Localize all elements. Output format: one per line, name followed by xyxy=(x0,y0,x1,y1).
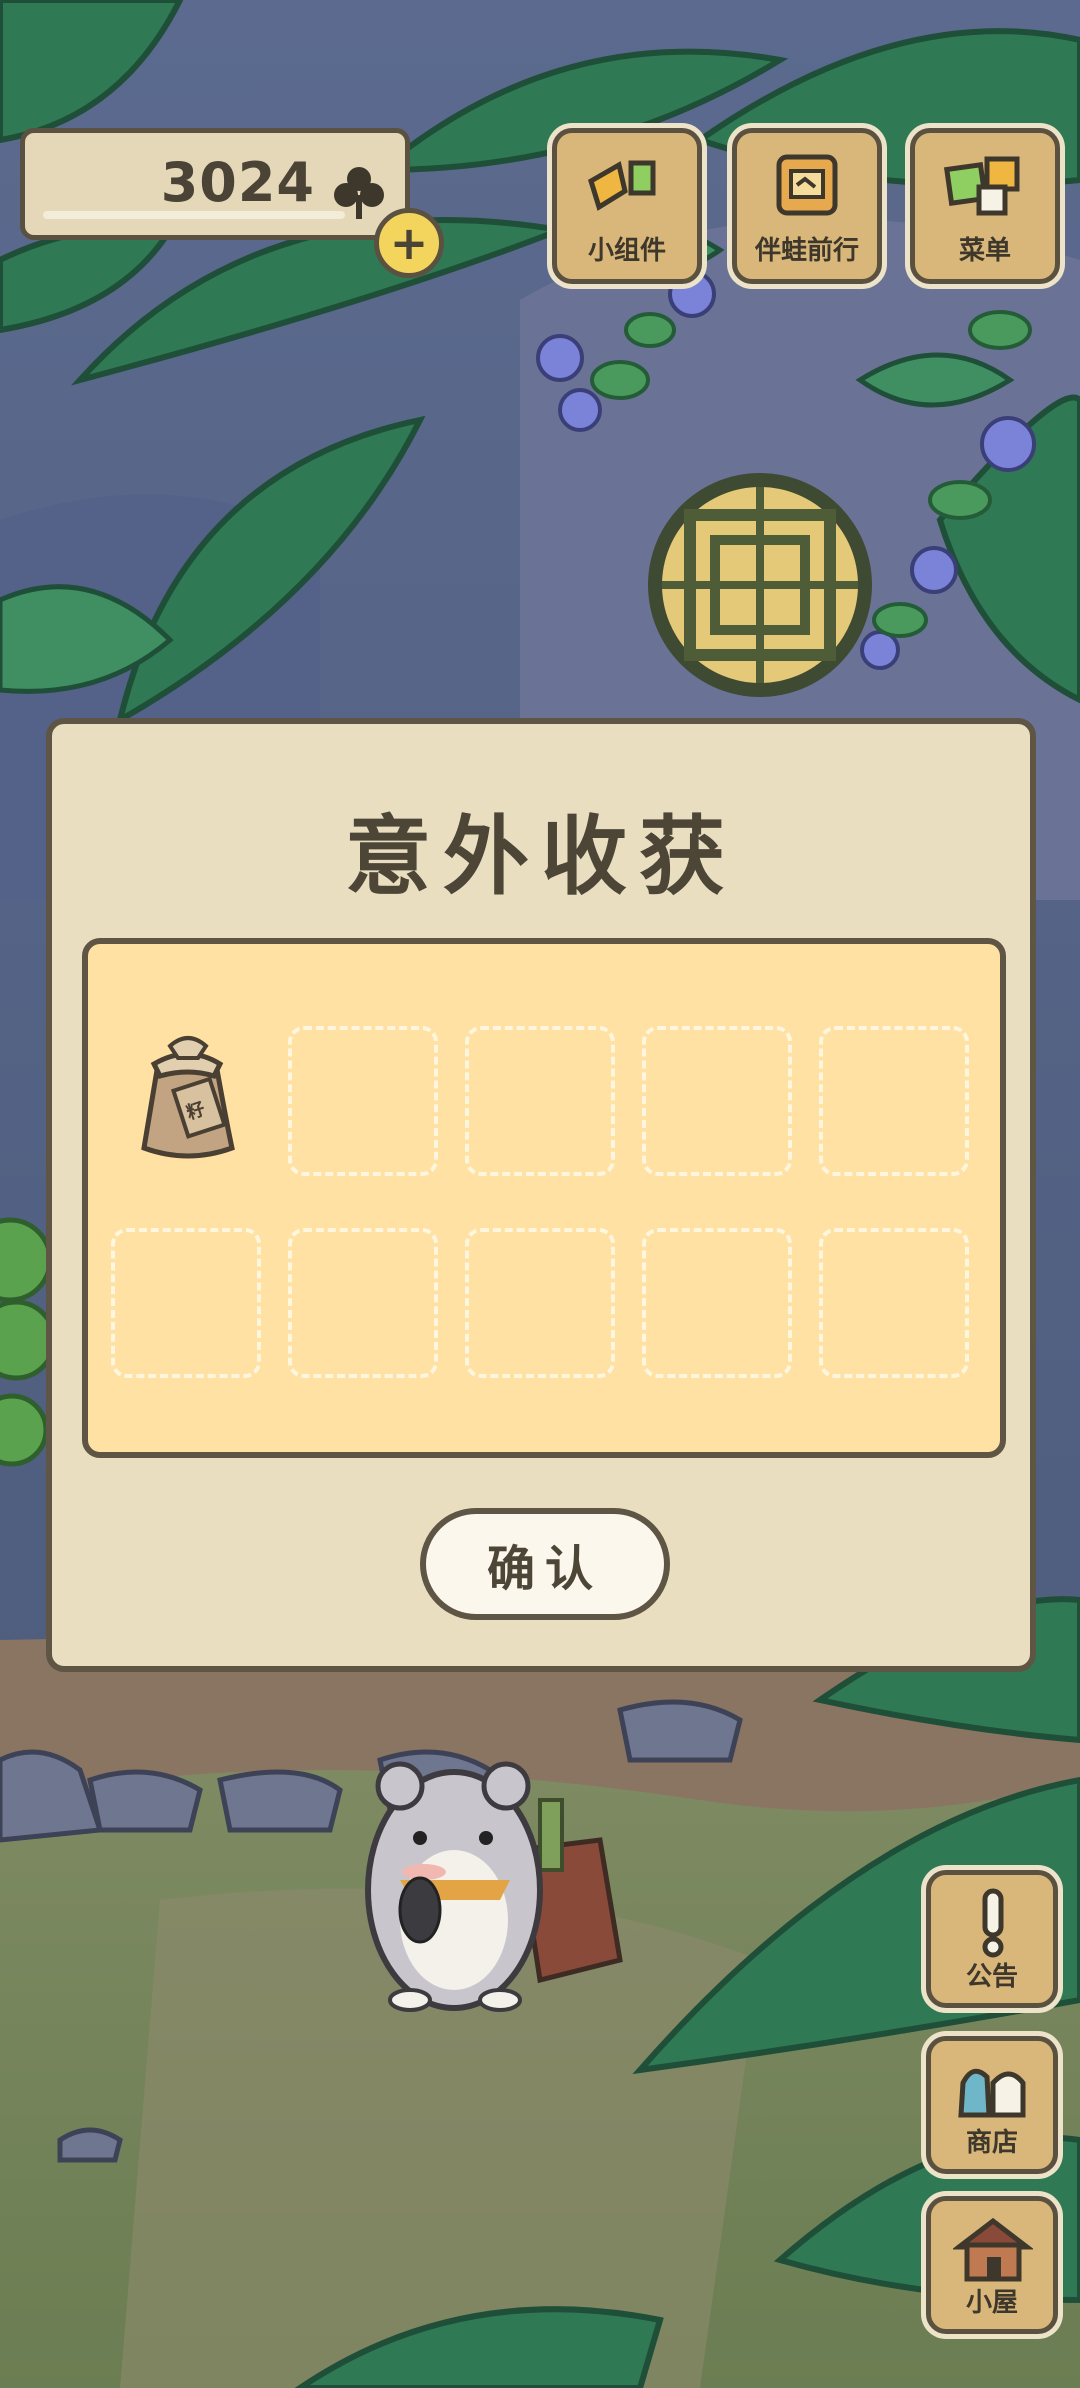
notice-label: 公告 xyxy=(965,1962,1018,1992)
seed-bag-icon: 籽 xyxy=(141,1036,235,1159)
notice-icon xyxy=(982,1888,1004,1958)
house-label: 小屋 xyxy=(965,2288,1018,2318)
frog-journey-button[interactable]: 伴蛙前行 xyxy=(732,128,882,284)
house-icon xyxy=(953,2217,1033,2282)
reward-slot-empty xyxy=(642,1228,792,1378)
reward-dialog: 意外收获 籽 确认 xyxy=(46,718,1036,1672)
clover-icon xyxy=(334,167,384,219)
shop-button[interactable]: 商店 xyxy=(926,2036,1058,2174)
notice-button[interactable]: 公告 xyxy=(926,1870,1058,2008)
reward-slot-empty xyxy=(819,1026,969,1176)
reward-slot-empty xyxy=(111,1228,261,1378)
reward-slot[interactable]: 籽 xyxy=(110,1016,260,1166)
widget-button[interactable]: 小组件 xyxy=(552,128,702,284)
reward-slot-empty xyxy=(288,1026,438,1176)
shop-label: 商店 xyxy=(965,2128,1018,2158)
dialog-title: 意外收获 xyxy=(345,807,737,907)
add-clover-button[interactable]: + xyxy=(374,208,444,278)
clover-counter: 3024 xyxy=(20,128,410,240)
reward-slot-empty xyxy=(288,1228,438,1378)
reward-slot-empty xyxy=(465,1228,615,1378)
menu-icon xyxy=(943,156,1020,216)
frog-journey-icon xyxy=(776,154,838,216)
menu-label: 菜单 xyxy=(958,236,1011,266)
widget-label: 小组件 xyxy=(587,236,666,266)
menu-button[interactable]: 菜单 xyxy=(910,128,1060,284)
reward-slot-empty xyxy=(819,1228,969,1378)
reward-slot-empty xyxy=(642,1026,792,1176)
house-button[interactable]: 小屋 xyxy=(926,2196,1058,2334)
shop-icon xyxy=(958,2068,1026,2118)
reward-slot-empty xyxy=(465,1026,615,1176)
confirm-button[interactable]: 确认 xyxy=(420,1508,670,1620)
widget-icon xyxy=(588,160,656,211)
clover-count: 3024 xyxy=(160,151,315,214)
round-window xyxy=(648,473,872,697)
frog-journey-label: 伴蛙前行 xyxy=(754,236,859,266)
reward-grid: 籽 xyxy=(82,938,1006,1458)
game-screen: 3024 + 小组件 伴蛙前行 菜单 公告 商店 小屋 意外收获 籽 确认 xyxy=(0,0,1080,2388)
